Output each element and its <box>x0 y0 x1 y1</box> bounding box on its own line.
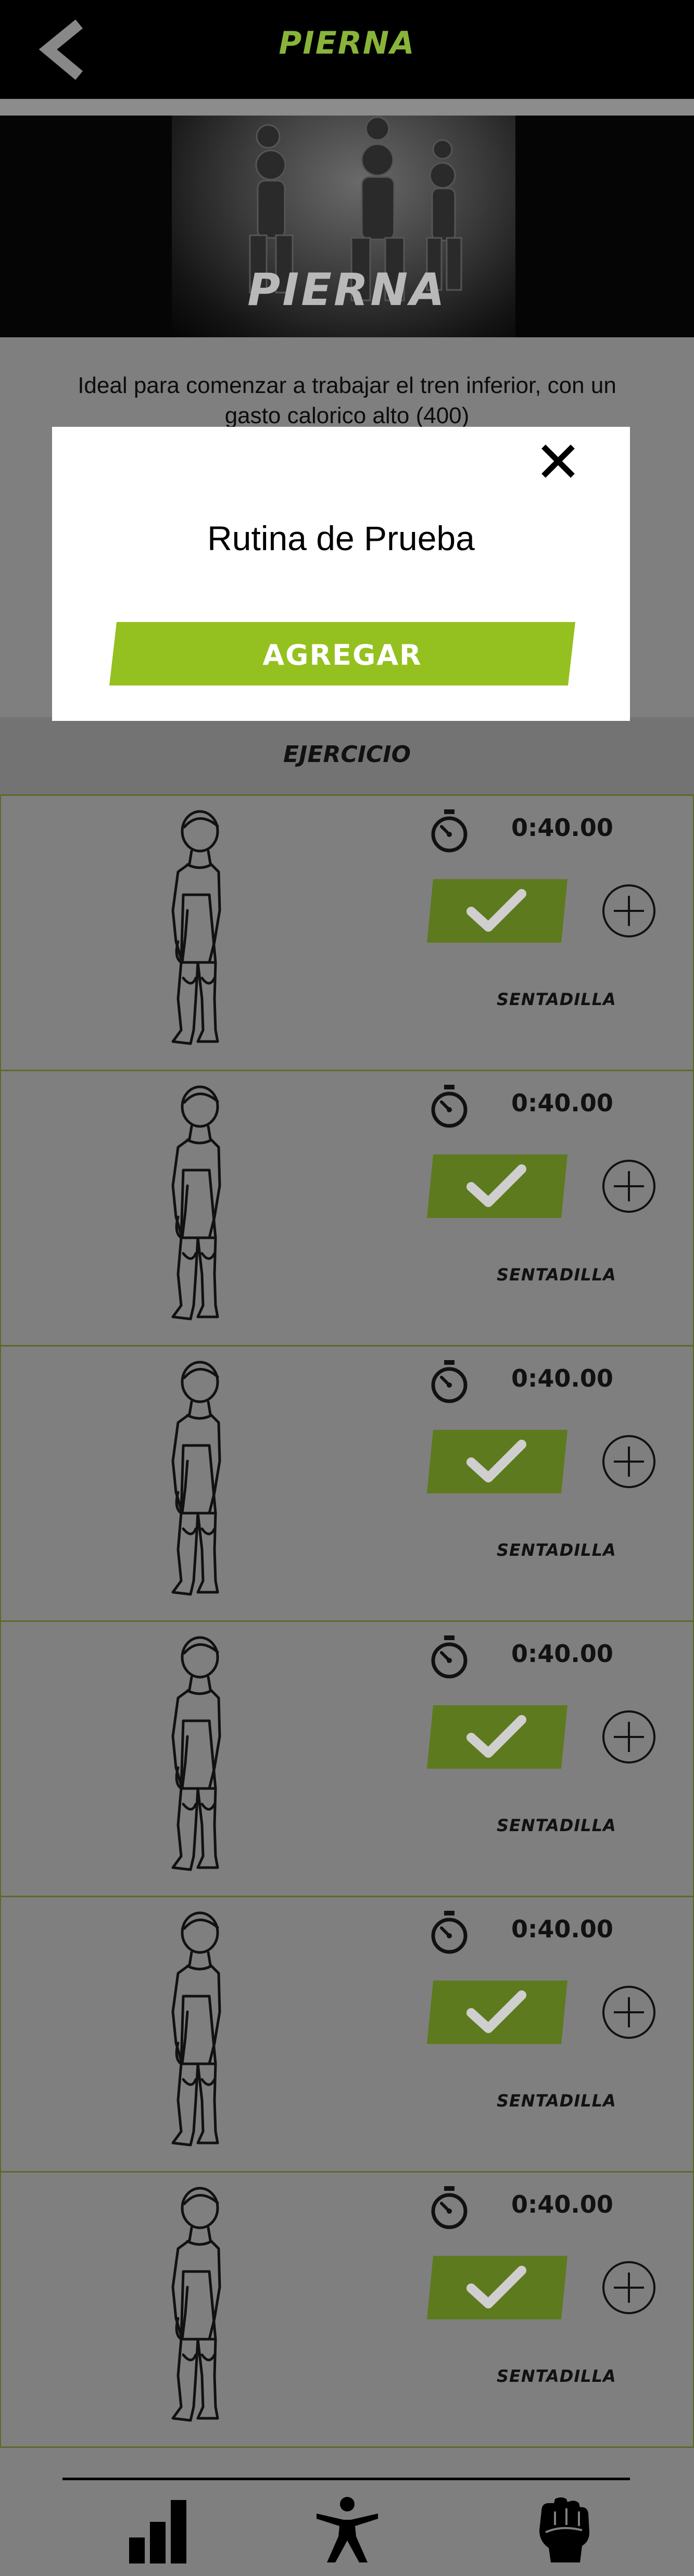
plus-circle-icon[interactable] <box>601 1985 657 2040</box>
section-header: EJERCICIO <box>0 717 694 796</box>
plus-circle-icon[interactable] <box>601 1434 657 1489</box>
exercise-time: 0:40.00 <box>511 1915 613 1943</box>
routine-description: Ideal para comenzar a trabajar el tren i… <box>78 373 616 428</box>
exercise-row[interactable]: 0:40.00 SENTADILLA <box>0 1622 694 1897</box>
complete-button[interactable] <box>427 1430 567 1493</box>
plus-circle-icon[interactable] <box>601 2260 657 2315</box>
exercise-figure <box>171 1911 221 2147</box>
stopwatch-icon <box>431 1911 468 1954</box>
complete-button[interactable] <box>427 1154 567 1218</box>
plus-circle-icon[interactable] <box>601 883 657 938</box>
complete-button[interactable] <box>427 1705 567 1769</box>
exercise-time: 0:40.00 <box>511 814 613 842</box>
stopwatch-icon <box>431 809 468 853</box>
exercise-time: 0:40.00 <box>511 2190 613 2218</box>
stopwatch-icon <box>431 1360 468 1403</box>
stopwatch-icon <box>431 2186 468 2229</box>
stopwatch-icon <box>431 1085 468 1128</box>
complete-button[interactable] <box>427 879 567 943</box>
exercise-row[interactable]: 0:40.00 SENTADILLA <box>0 1071 694 1347</box>
plus-circle-icon[interactable] <box>601 1159 657 1214</box>
close-icon[interactable] <box>538 441 578 481</box>
add-routine-modal: Rutina de Prueba AGREGAR <box>52 427 630 721</box>
exercise-row[interactable]: 0:40.00 SENTADILLA <box>0 2173 694 2448</box>
exercise-row[interactable]: 0:40.00 SENTADILLA <box>0 796 694 1071</box>
complete-button[interactable] <box>427 2256 567 2319</box>
bar-chart-icon[interactable] <box>125 2496 193 2564</box>
stopwatch-icon <box>431 1635 468 1679</box>
section-label: EJERCICIO <box>283 741 411 768</box>
app-header: PIERNA <box>0 0 694 99</box>
exercise-time: 0:40.00 <box>511 1640 613 1668</box>
add-button-label: AGREGAR <box>262 639 422 671</box>
exercise-time: 0:40.00 <box>511 1089 613 1117</box>
complete-button[interactable] <box>427 1981 567 2044</box>
exercise-name: SENTADILLA <box>497 1816 616 1835</box>
exercise-name: SENTADILLA <box>497 1265 616 1285</box>
exercise-name: SENTADILLA <box>497 1540 616 1560</box>
exercise-figure <box>171 1361 221 1596</box>
page-title: PIERNA <box>279 25 415 61</box>
plus-circle-icon[interactable] <box>601 1709 657 1765</box>
exercise-row[interactable]: 0:40.00 SENTADILLA <box>0 1897 694 2173</box>
exercise-name: SENTADILLA <box>497 2091 616 2111</box>
exercise-time: 0:40.00 <box>511 1364 613 1392</box>
fist-icon[interactable] <box>530 2496 598 2564</box>
exercise-figure <box>171 1636 221 1871</box>
header-divider <box>0 99 694 116</box>
person-icon[interactable] <box>313 2496 381 2564</box>
nav-divider <box>62 2478 630 2480</box>
add-button[interactable]: AGREGAR <box>109 622 575 686</box>
exercise-figure <box>171 2187 221 2422</box>
exercise-row[interactable]: 0:40.00 SENTADILLA <box>0 1347 694 1622</box>
exercise-figure <box>171 810 221 1045</box>
hero-banner: PIERNA <box>0 116 694 337</box>
exercise-figure <box>171 1085 221 1321</box>
exercise-list: 0:40.00 SENTADILLA 0:40.00 SENTADILLA 0:… <box>0 796 694 2448</box>
exercise-name: SENTADILLA <box>497 2366 616 2386</box>
hero-title: PIERNA <box>247 264 447 316</box>
modal-title: Rutina de Prueba <box>207 519 475 557</box>
exercise-name: SENTADILLA <box>497 989 616 1009</box>
